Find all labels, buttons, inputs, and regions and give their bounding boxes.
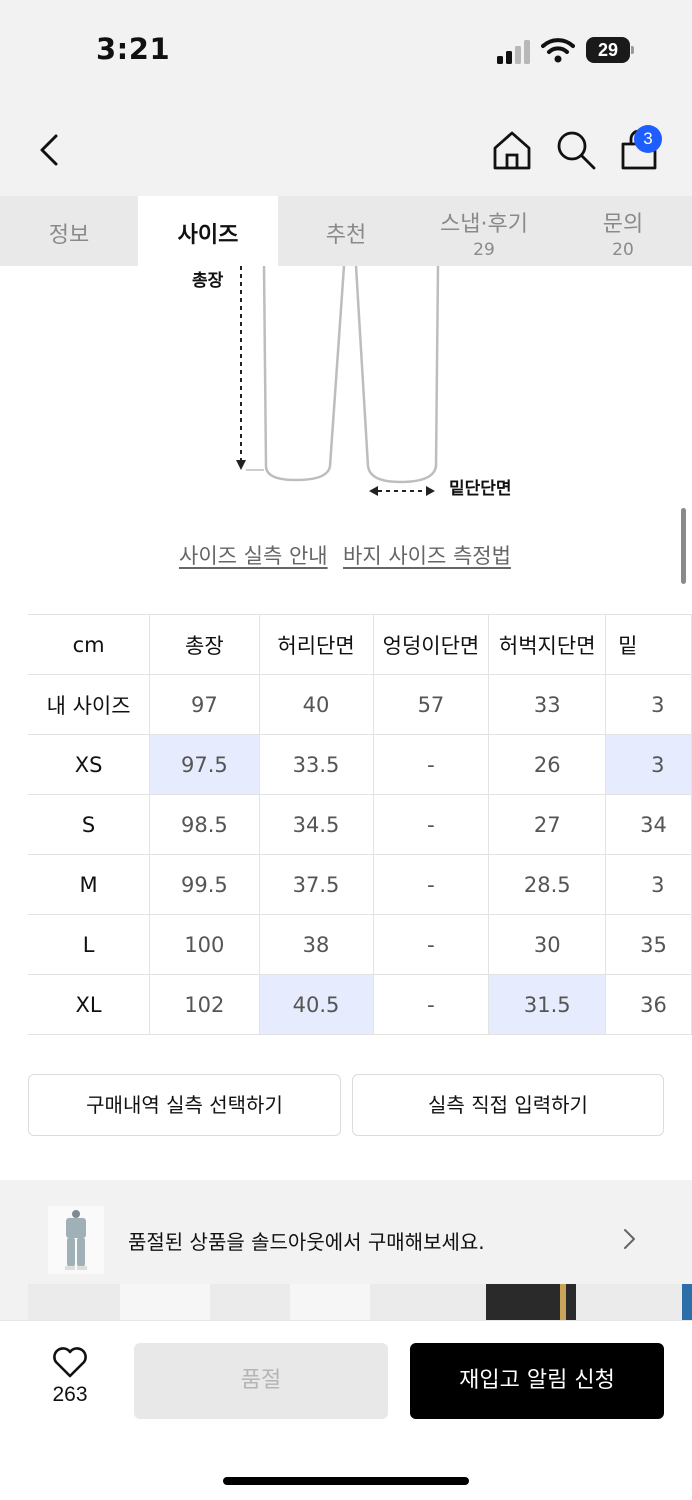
table-cell: 3	[605, 854, 692, 915]
table-cell: 36	[605, 974, 692, 1035]
table-cell: -	[372, 974, 490, 1035]
table-cell: 40.5	[258, 974, 374, 1035]
chevron-right-icon	[624, 1229, 635, 1249]
soldout-banner-text: 품절된 상품을 솔드아웃에서 구매해보세요.	[128, 1230, 485, 1254]
size-table: cm 총장 허리단면 엉덩이단면 허벅지단면 밑 내 사이즈 97 40 57 …	[28, 614, 692, 1035]
back-icon[interactable]	[30, 130, 70, 170]
product-tabs: 정보 사이즈 추천 스냅·후기 29 문의 20	[0, 196, 692, 266]
table-header: 총장	[149, 614, 260, 675]
like-button[interactable]: 263	[40, 1347, 100, 1407]
tab-count: 29	[473, 240, 495, 260]
table-cell: 26	[488, 734, 607, 795]
table-cell: 38	[258, 914, 374, 975]
table-cell: 28.5	[488, 854, 607, 915]
table-header: cm	[28, 614, 151, 675]
table-cell: -	[372, 914, 490, 975]
pants-diagram	[236, 265, 440, 496]
tab-label: 추천	[325, 223, 367, 248]
table-row: M 99.5 37.5 - 28.5 3	[28, 854, 692, 915]
tab-label: 정보	[48, 223, 90, 248]
row-label: L	[28, 914, 151, 975]
table-cell: -	[372, 734, 490, 795]
table-cell: 40	[258, 674, 374, 735]
row-label: XS	[28, 734, 151, 795]
table-header: 밑	[605, 614, 692, 675]
table-cell: 99.5	[149, 854, 260, 915]
table-row: XL 102 40.5 - 31.5 36	[28, 974, 692, 1035]
manual-measure-input-button[interactable]: 실측 직접 입력하기	[352, 1074, 664, 1136]
table-header: 허리단면	[258, 614, 374, 675]
table-cell: -	[372, 854, 490, 915]
table-header: 허벅지단면	[488, 614, 607, 675]
size-guide-links: 사이즈 실측 안내 바지 사이즈 측정법	[0, 540, 692, 570]
heart-icon	[53, 1347, 87, 1378]
row-label: S	[28, 794, 151, 855]
table-cell: 37.5	[258, 854, 374, 915]
home-indicator[interactable]	[223, 1477, 469, 1485]
table-cell: -	[372, 794, 490, 855]
table-cell: 33.5	[258, 734, 374, 795]
row-label: M	[28, 854, 151, 915]
soldout-button: 품절	[134, 1343, 388, 1419]
table-row: L 100 38 - 30 35	[28, 914, 692, 975]
table-cell: 31.5	[488, 974, 607, 1035]
table-row: XS 97.5 33.5 - 26 3	[28, 734, 692, 795]
product-thumbnail	[48, 1206, 104, 1274]
table-cell: 97	[149, 674, 260, 735]
like-count: 263	[52, 1383, 88, 1406]
tab-count: 20	[612, 240, 634, 260]
battery-level: 29	[597, 40, 619, 60]
tab-inquiry[interactable]: 문의 20	[554, 196, 692, 266]
home-icon[interactable]	[490, 128, 534, 172]
table-cell: 100	[149, 914, 260, 975]
row-label: 내 사이즈	[28, 674, 151, 735]
table-cell: 97.5	[149, 734, 260, 795]
wifi-icon	[541, 38, 575, 63]
product-photos	[28, 1284, 692, 1320]
cellular-signal-icon	[497, 40, 530, 64]
hem-width-label: 밑단단면	[449, 479, 512, 499]
restock-alert-button[interactable]: 재입고 알림 신청	[410, 1343, 664, 1419]
table-header-row: cm 총장 허리단면 엉덩이단면 허벅지단면 밑	[28, 614, 692, 675]
table-cell: 35	[605, 914, 692, 975]
size-guide-link[interactable]: 사이즈 실측 안내	[179, 540, 328, 570]
table-cell: 98.5	[149, 794, 260, 855]
table-row: 내 사이즈 97 40 57 33 3	[28, 674, 692, 735]
bottom-action-bar: 263 품절 재입고 알림 신청	[0, 1320, 692, 1500]
cart-count-badge: 3	[634, 125, 662, 153]
table-row: S 98.5 34.5 - 27 34	[28, 794, 692, 855]
row-label: XL	[28, 974, 151, 1035]
table-cell: 30	[488, 914, 607, 975]
status-bar: 3:21 29	[0, 0, 692, 100]
status-time: 3:21	[96, 32, 171, 66]
table-header: 엉덩이단면	[372, 614, 490, 675]
table-cell: 3	[605, 674, 692, 735]
tab-snap-review[interactable]: 스냅·후기 29	[414, 196, 554, 266]
tab-info[interactable]: 정보	[0, 196, 138, 266]
measure-guide-link[interactable]: 바지 사이즈 측정법	[343, 540, 511, 570]
pants-measurement-illustration: 총장 밑단단면	[0, 265, 692, 516]
tab-label: 스냅·후기	[440, 212, 528, 237]
soldout-section: 품절된 상품을 솔드아웃에서 구매해보세요.	[0, 1180, 692, 1320]
product-image-strip	[28, 1284, 692, 1320]
battery-icon: 29	[586, 37, 634, 63]
tab-label: 사이즈	[177, 223, 239, 248]
tab-label: 문의	[602, 212, 644, 237]
table-cell: 33	[488, 674, 607, 735]
length-label: 총장	[192, 271, 224, 291]
tab-size[interactable]: 사이즈	[138, 196, 278, 266]
table-cell: 3	[605, 734, 692, 795]
tab-recommend[interactable]: 추천	[278, 196, 414, 266]
size-table-container[interactable]: cm 총장 허리단면 엉덩이단면 허벅지단면 밑 내 사이즈 97 40 57 …	[0, 600, 692, 1050]
table-cell: 34.5	[258, 794, 374, 855]
search-icon[interactable]	[554, 128, 598, 172]
table-cell: 27	[488, 794, 607, 855]
top-navigation: 3	[0, 100, 692, 196]
soldout-banner[interactable]: 품절된 상품을 솔드아웃에서 구매해보세요.	[28, 1202, 664, 1278]
purchase-history-measure-button[interactable]: 구매내역 실측 선택하기	[28, 1074, 341, 1136]
table-cell: 57	[372, 674, 490, 735]
scrollbar[interactable]	[681, 508, 686, 584]
table-cell: 102	[149, 974, 260, 1035]
table-cell: 34	[605, 794, 692, 855]
